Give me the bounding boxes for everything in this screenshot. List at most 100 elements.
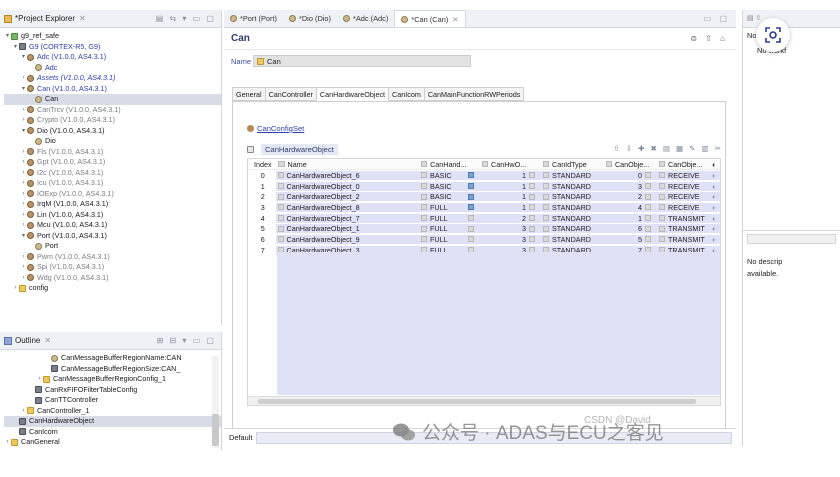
- outline-tree-item[interactable]: CanRxFIFOFilterTableConfig: [4, 385, 221, 396]
- collapse-arrow-icon[interactable]: ›: [20, 406, 27, 417]
- editor-toolbar[interactable]: ▭ ▢: [704, 14, 730, 23]
- project-tree-item[interactable]: › Spi (V1.0.0, AS4.3.1): [4, 262, 221, 273]
- table-row[interactable]: 2 CanHardwareObject_2 BASIC 1 STANDARD 2 RECEI…: [248, 191, 720, 202]
- column-header[interactable]: CanObje...: [657, 160, 710, 169]
- outline-tree-item[interactable]: CanIcom: [4, 427, 221, 438]
- outline-scrollbar[interactable]: [212, 356, 219, 448]
- collapse-arrow-icon[interactable]: ›: [36, 374, 43, 385]
- project-tree-item[interactable]: Can: [4, 94, 221, 105]
- table-row[interactable]: 5 CanHardwareObject_1 FULL 3 STANDARD 6 TRANSM…: [248, 223, 720, 234]
- table-cell-idtype[interactable]: STANDARD: [540, 181, 604, 191]
- table-cell-name[interactable]: CanHardwareObject_6: [275, 170, 420, 180]
- subtab[interactable]: CanIcom: [388, 87, 425, 101]
- expand-arrow-icon[interactable]: ▾: [4, 31, 11, 42]
- project-tree-item[interactable]: › Wdg (V1.0.0, AS4.3.1): [4, 273, 221, 284]
- table-cell-index[interactable]: 2: [248, 192, 276, 202]
- project-tree-item[interactable]: ▾ Dio (V1.0.0, AS4.3.1): [4, 126, 221, 137]
- table-cell-name[interactable]: CanHardwareObject_8: [275, 202, 420, 212]
- table-cell-idtype[interactable]: STANDARD: [540, 224, 604, 234]
- table-cell-idtype[interactable]: STANDARD: [540, 202, 604, 212]
- table-cell-index[interactable]: 4: [248, 213, 276, 223]
- project-tree-item[interactable]: ▾ G9 (CORTEX-R5, G9): [4, 42, 221, 53]
- table-cell-index[interactable]: 1: [248, 181, 276, 191]
- expand-arrow-icon[interactable]: ▾: [20, 231, 27, 242]
- table-cell-hwo[interactable]: 1: [479, 181, 541, 191]
- table-cell-objtype[interactable]: TRANSMIT: [657, 234, 711, 244]
- table-cell-hwo[interactable]: 1: [479, 202, 541, 212]
- table-cell-objid[interactable]: 1: [603, 213, 658, 223]
- project-tree-item[interactable]: › CanTrcv (V1.0.0, AS4.3.1): [4, 105, 221, 116]
- outline-tree-item[interactable]: CanMessageBufferRegionSize:CAN_: [4, 364, 221, 375]
- column-header[interactable]: Name: [276, 160, 420, 169]
- table-cell-index[interactable]: 5: [248, 224, 276, 234]
- project-tree-item[interactable]: › Pwm (V1.0.0, AS4.3.1): [4, 252, 221, 263]
- project-tree-item[interactable]: ▾ Port (V1.0.0, AS4.3.1): [4, 231, 221, 242]
- table-cell-index[interactable]: 7: [248, 245, 276, 255]
- project-tree-item[interactable]: Port: [4, 241, 221, 252]
- project-tree-item[interactable]: › Fls (V1.0.0, AS4.3.1): [4, 147, 221, 158]
- table-cell-objid[interactable]: 3: [603, 181, 658, 191]
- table-row[interactable]: 0 CanHardwareObject_6 BASIC 1 STANDARD 0 RECEI…: [248, 170, 720, 181]
- table-row[interactable]: 3 CanHardwareObject_8 FULL 1 STANDARD 4 RECEIV…: [248, 202, 720, 213]
- table-cell-objid[interactable]: 6: [603, 224, 658, 234]
- close-icon[interactable]: ✕: [79, 14, 86, 23]
- collapse-arrow-icon[interactable]: ›: [20, 157, 27, 168]
- column-header[interactable]: CanHwO...: [480, 160, 541, 169]
- table-cell-objtype[interactable]: RECEIVE: [657, 181, 711, 191]
- collapse-arrow-icon[interactable]: ›: [20, 115, 27, 126]
- table-cell-objid[interactable]: 5: [603, 234, 658, 244]
- table-hscrollbar[interactable]: [248, 396, 720, 405]
- table-cell-handle[interactable]: BASIC: [419, 170, 480, 180]
- outline-tree-item[interactable]: › CanMessageBufferRegionConfig_1: [4, 374, 221, 385]
- table-cell-hwo[interactable]: 3: [479, 224, 541, 234]
- project-tree-item[interactable]: › Gpt (V1.0.0, AS4.3.1): [4, 157, 221, 168]
- table-row[interactable]: 1 CanHardwareObject_0 BASIC 1 STANDARD 3 RECEI…: [248, 181, 720, 192]
- table-row[interactable]: 4 CanHardwareObject_7 FULL 2 STANDARD 1 TRANSM…: [248, 213, 720, 224]
- column-header[interactable]: CanObje...: [604, 160, 657, 169]
- column-header[interactable]: CanIdType: [541, 160, 604, 169]
- project-tree-item[interactable]: ▾ Adc (V1.0.0, AS4.3.1): [4, 52, 221, 63]
- subtab[interactable]: CanController: [264, 87, 317, 101]
- project-tree-item[interactable]: › Lin (V1.0.0, AS4.3.1): [4, 210, 221, 221]
- close-icon[interactable]: ✕: [452, 15, 458, 24]
- table-cell-handle[interactable]: FULL: [419, 234, 480, 244]
- expand-arrow-icon[interactable]: ▾: [20, 52, 27, 63]
- table-cell-handle[interactable]: BASIC: [419, 192, 480, 202]
- project-tree-item[interactable]: › Mcu (V1.0.0, AS4.3.1): [4, 220, 221, 231]
- table-cell-objtype[interactable]: RECEIVE: [657, 192, 711, 202]
- table-cell-name[interactable]: CanHardwareObject_0: [275, 181, 420, 191]
- close-icon[interactable]: ✕: [44, 336, 51, 345]
- table-cell-handle[interactable]: FULL: [419, 224, 480, 234]
- collapse-arrow-icon[interactable]: ›: [4, 437, 11, 448]
- table-cell-handle[interactable]: FULL: [419, 202, 480, 212]
- collapse-arrow-icon[interactable]: ›: [20, 210, 27, 221]
- outline-tab[interactable]: Outline ✕ ⊞ ⊟ ▾ ▭ ▢: [0, 332, 221, 350]
- collapse-arrow-icon[interactable]: ›: [12, 283, 19, 294]
- table-cell-idtype[interactable]: STANDARD: [540, 234, 604, 244]
- project-tree-item[interactable]: › Assets (V1.0.0, AS4.3.1): [4, 73, 221, 84]
- project-tree-item[interactable]: › IOExp (V1.0.0, AS4.3.1): [4, 189, 221, 200]
- expand-arrow-icon[interactable]: ▾: [20, 126, 27, 137]
- collapse-arrow-icon[interactable]: ›: [20, 199, 27, 210]
- table-cell-name[interactable]: CanHardwareObject_1: [275, 224, 420, 234]
- right-panel-scrollbar[interactable]: [747, 234, 836, 244]
- table-cell-objtype[interactable]: TRANSMIT: [657, 213, 711, 223]
- project-tree-item[interactable]: ▾ Can (V1.0.0, AS4.3.1): [4, 84, 221, 95]
- outline-toolbar[interactable]: ⊞ ⊟ ▾ ▭ ▢: [157, 336, 216, 345]
- table-cell-idtype[interactable]: STANDARD: [540, 213, 604, 223]
- table-cell-objid[interactable]: 4: [603, 202, 658, 212]
- table-cell-objtype[interactable]: RECEIVE: [657, 202, 711, 212]
- collapse-arrow-icon[interactable]: ›: [20, 189, 27, 200]
- editor-tab[interactable]: *Adc (Adc): [337, 10, 394, 27]
- table-cell-handle[interactable]: FULL: [419, 213, 480, 223]
- subtab[interactable]: General: [232, 87, 266, 101]
- table-cell-hwo[interactable]: 1: [479, 170, 541, 180]
- project-explorer-tab[interactable]: *Project Explorer ✕ ▤ ⇆ ▾ ▭ ▢: [0, 10, 221, 28]
- table-cell-index[interactable]: 0: [248, 170, 276, 180]
- table-cell-hwo[interactable]: 3: [479, 234, 541, 244]
- outline-tree-item[interactable]: CanMessageBufferRegionName:CAN: [4, 353, 221, 364]
- table-cell-hwo[interactable]: 1: [479, 192, 541, 202]
- table-cell-objtype[interactable]: TRANSMIT: [657, 224, 711, 234]
- subtab[interactable]: CanMainFunctionRWPeriods: [423, 87, 525, 101]
- table-toolbar[interactable]: ⇧ ⇩ ✚ ✖ ▤ ▦ ✎ ▥ ✂: [613, 144, 723, 153]
